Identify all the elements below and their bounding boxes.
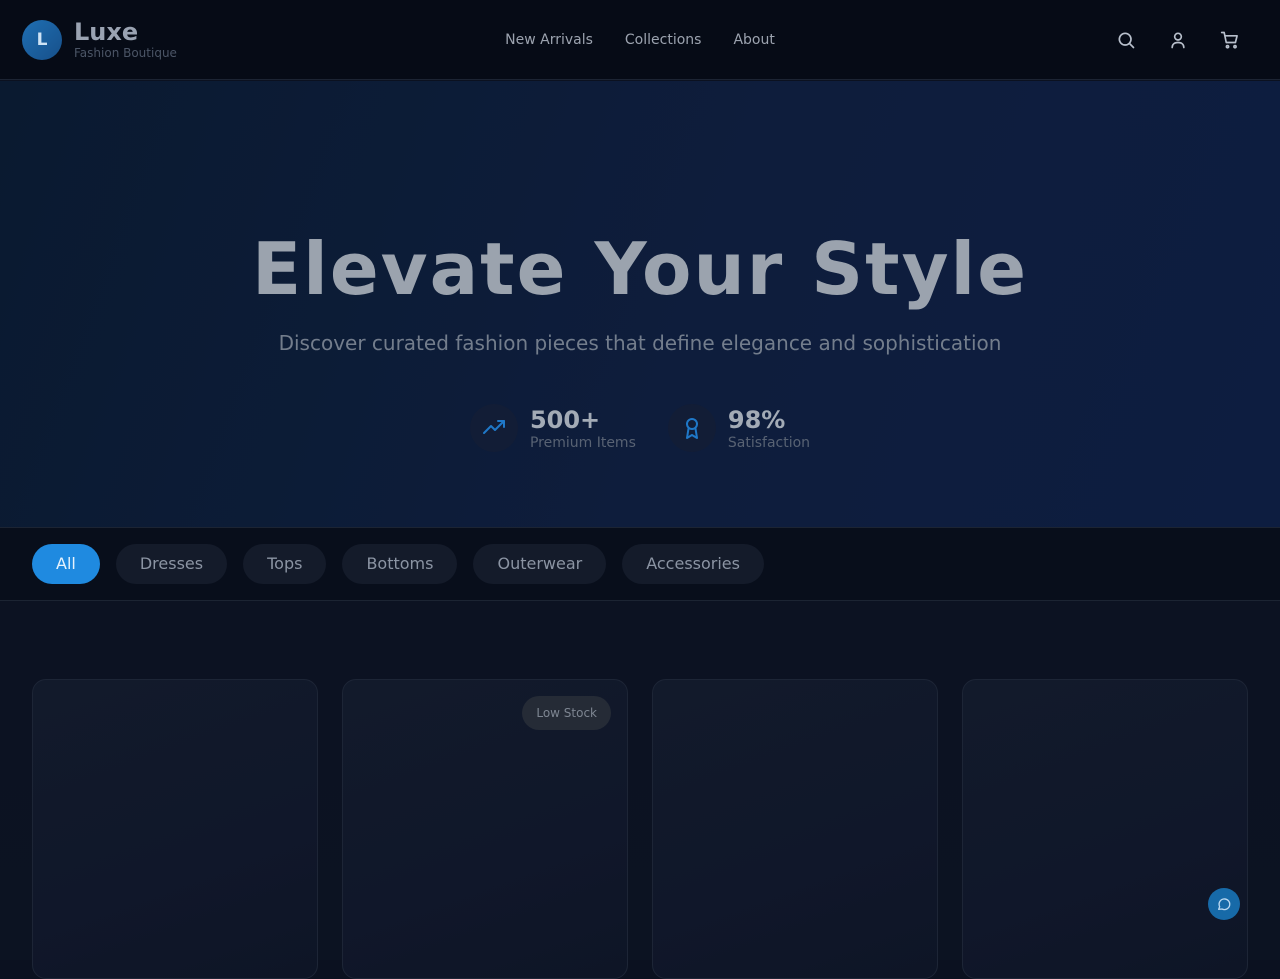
filter-pill-tops[interactable]: Tops	[243, 544, 327, 584]
header-actions	[1116, 28, 1240, 52]
filter-pill-accessories[interactable]: Accessories	[622, 544, 764, 584]
product-grid: Low Stock	[0, 601, 1280, 979]
hero-title: Elevate Your Style	[251, 227, 1029, 311]
award-icon	[667, 404, 716, 452]
product-card[interactable]: Low Stock	[342, 679, 628, 979]
stat-satisfaction: 98% Satisfaction	[667, 404, 811, 452]
user-icon[interactable]	[1168, 28, 1188, 52]
trending-up-icon	[469, 404, 518, 452]
category-filter-bar: All Dresses Tops Bottoms Outerwear Acces…	[0, 527, 1280, 601]
nav-link-collections[interactable]: Collections	[625, 31, 702, 49]
main-nav: New Arrivals Collections About	[0, 31, 1280, 49]
product-card[interactable]	[652, 679, 938, 979]
nav-link-about[interactable]: About	[733, 31, 774, 49]
category-pills: All Dresses Tops Bottoms Outerwear Acces…	[32, 544, 764, 584]
cart-icon[interactable]	[1220, 28, 1240, 52]
product-card[interactable]	[962, 679, 1248, 979]
filter-pill-outerwear[interactable]: Outerwear	[473, 544, 607, 584]
chat-bubble-icon	[1218, 898, 1231, 911]
stat-value: 98%	[727, 406, 786, 434]
filter-pill-dresses[interactable]: Dresses	[115, 544, 228, 584]
stat-premium-items: 500+ Premium Items	[469, 404, 636, 452]
nav-link-new-arrivals[interactable]: New Arrivals	[505, 31, 593, 49]
stat-label: Premium Items	[529, 435, 636, 451]
hero-stats: 500+ Premium Items 98% Satisfaction	[0, 404, 1280, 452]
site-header: L Luxe Fashion Boutique New Arrivals Col…	[0, 0, 1280, 80]
stat-value: 500+	[529, 406, 601, 434]
search-icon[interactable]	[1116, 28, 1136, 52]
chat-button[interactable]	[1208, 888, 1240, 920]
stat-label: Satisfaction	[727, 435, 811, 451]
hero-subtitle: Discover curated fashion pieces that def…	[278, 331, 1002, 355]
filter-pill-all[interactable]: All	[32, 544, 100, 584]
hero-section: Elevate Your Style Discover curated fash…	[0, 81, 1280, 527]
filter-pill-bottoms[interactable]: Bottoms	[342, 544, 458, 584]
product-card[interactable]	[32, 679, 318, 979]
stock-badge: Low Stock	[522, 696, 611, 730]
